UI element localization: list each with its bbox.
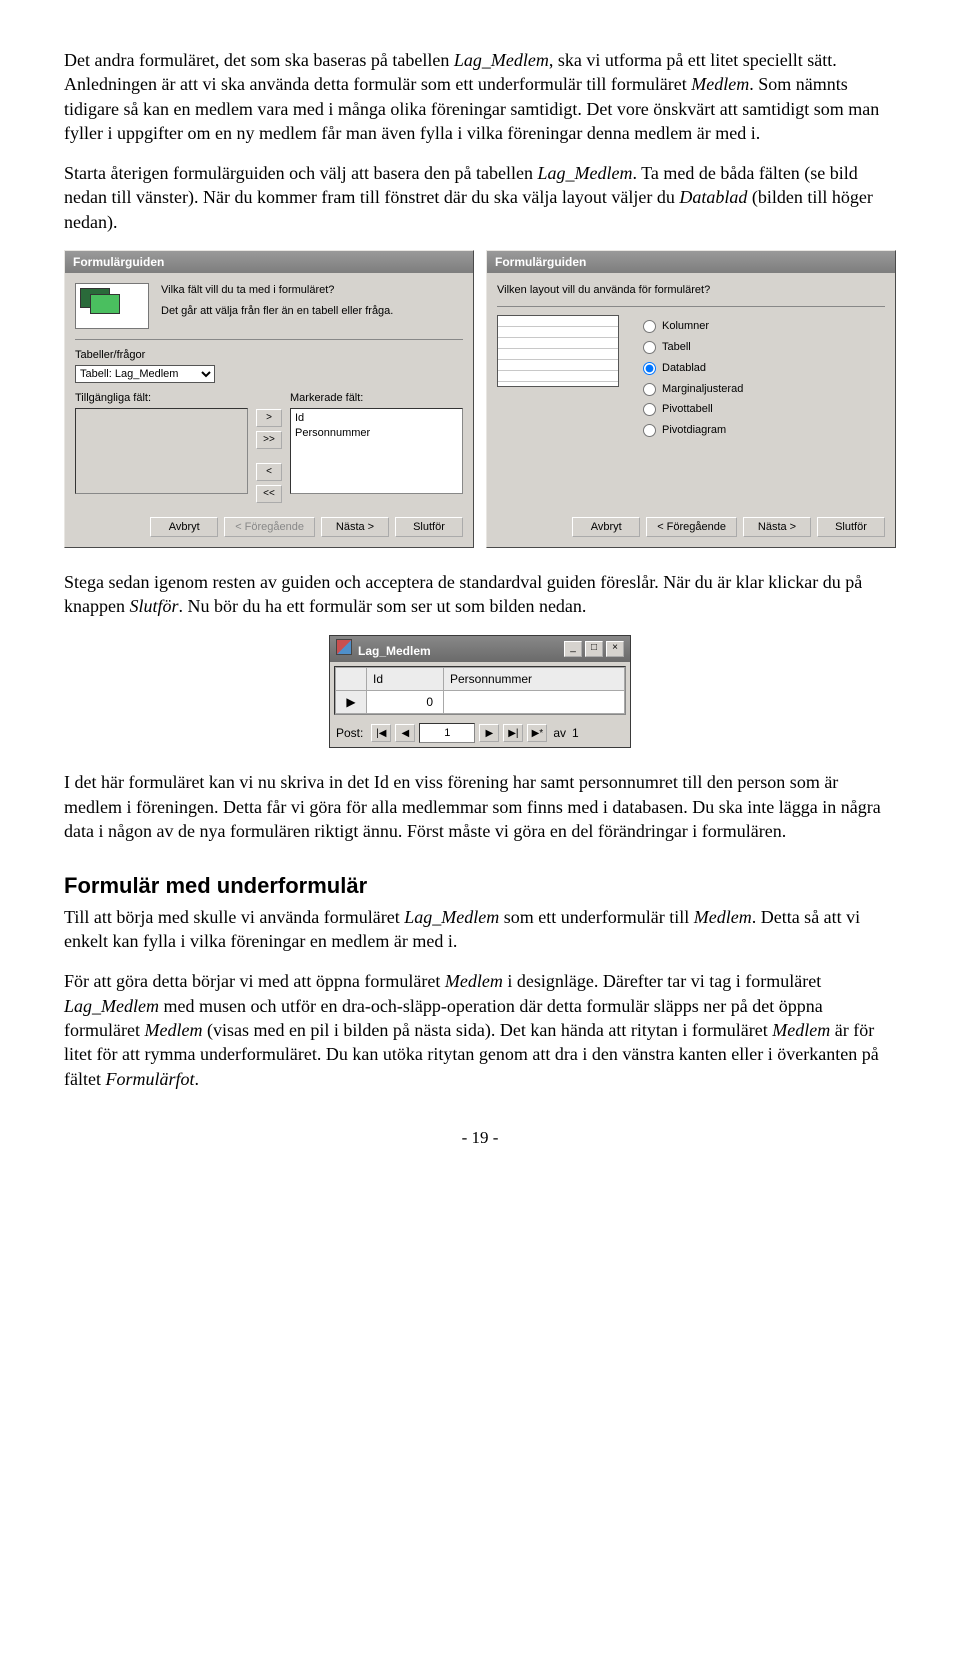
layout-radios: Kolumner Tabell Datablad Marginaljustera… [635, 315, 743, 438]
of-label: av [553, 725, 566, 741]
layout-preview [497, 315, 619, 387]
list-item[interactable]: Personnummer [295, 426, 458, 441]
cell-id[interactable]: 0 [367, 691, 444, 714]
heading-underformular: Formulär med underformulär [64, 871, 896, 901]
paragraph-2: Starta återigen formulärguiden och välj … [64, 161, 896, 234]
radio-marginaljusterad[interactable]: Marginaljusterad [643, 382, 743, 397]
record-navigator: Post: |◀ ◀ ▶ ▶| ▶* av 1 [330, 719, 630, 747]
wizard-question: Vilken layout vill du använda för formul… [497, 283, 885, 298]
form-titlebar: Lag_Medlem _ □ × [330, 636, 630, 662]
text: Det andra formuläret, det som ska basera… [64, 50, 454, 70]
lag-medlem-form: Lag_Medlem _ □ × Id Personnummer ▶ 0 [329, 635, 631, 749]
nav-current-input[interactable] [419, 723, 475, 743]
nav-last-button[interactable]: ▶| [503, 724, 523, 742]
move-all-right-button[interactable]: >> [256, 431, 282, 449]
col-id[interactable]: Id [367, 667, 444, 690]
wizard-subtext: Det går att välja från fler än en tabell… [161, 304, 463, 319]
nav-prev-button[interactable]: ◀ [395, 724, 415, 742]
nav-first-button[interactable]: |◀ [371, 724, 391, 742]
text: Till att börja med skulle vi använda for… [64, 907, 404, 927]
wizard-screenshots: Formulärguiden Vilka fält vill du ta med… [64, 250, 896, 548]
text-italic: Medlem [772, 1020, 830, 1040]
text: (visas med en pil i bilden på nästa sida… [202, 1020, 772, 1040]
nav-new-button[interactable]: ▶* [527, 724, 547, 742]
text-italic: Lag_Medlem [454, 50, 549, 70]
maximize-button[interactable]: □ [585, 641, 603, 657]
move-left-button[interactable]: < [256, 463, 282, 481]
radio-tabell[interactable]: Tabell [643, 340, 743, 355]
text-italic: Lag_Medlem [537, 163, 632, 183]
text: i designläge. Därefter tar vi tag i form… [503, 971, 821, 991]
selected-listbox[interactable]: Id Personnummer [290, 408, 463, 494]
wizard-thumb-icon [75, 283, 149, 329]
move-all-left-button[interactable]: << [256, 485, 282, 503]
move-right-button[interactable]: > [256, 409, 282, 427]
wizard-titlebar: Formulärguiden [487, 251, 895, 273]
cell-personnummer[interactable] [444, 691, 625, 714]
row-selector[interactable]: ▶ [336, 691, 367, 714]
available-listbox[interactable] [75, 408, 248, 494]
tables-combo[interactable]: Tabell: Lag_Medlem [75, 365, 215, 383]
tables-label: Tabeller/frågor [75, 348, 463, 363]
text-italic: Medlem [445, 971, 503, 991]
form-icon [336, 639, 352, 655]
paragraph-4: I det här formuläret kan vi nu skriva in… [64, 770, 896, 843]
next-button[interactable]: Nästa > [321, 517, 389, 537]
of-total: 1 [572, 725, 579, 741]
nav-next-button[interactable]: ▶ [479, 724, 499, 742]
available-label: Tillgängliga fält: [75, 391, 248, 406]
radio-datablad[interactable]: Datablad [643, 361, 743, 376]
back-button[interactable]: < Föregående [224, 517, 315, 537]
text-italic: Lag_Medlem [404, 907, 499, 927]
radio-pivotdiagram[interactable]: Pivotdiagram [643, 423, 743, 438]
text: . Nu bör du ha ett formulär som ser ut s… [179, 596, 587, 616]
text-italic: Lag_Medlem [64, 996, 159, 1016]
list-item[interactable]: Id [295, 411, 458, 426]
close-button[interactable]: × [606, 641, 624, 657]
paragraph-6: För att göra detta börjar vi med att öpp… [64, 969, 896, 1090]
minimize-button[interactable]: _ [564, 641, 582, 657]
wizard-question: Vilka fält vill du ta med i formuläret? [161, 283, 463, 298]
text: . [195, 1069, 200, 1089]
paragraph-5: Till att börja med skulle vi använda for… [64, 905, 896, 954]
text-italic: Medlem [144, 1020, 202, 1040]
text-italic: Datablad [679, 187, 747, 207]
col-personnummer[interactable]: Personnummer [444, 667, 625, 690]
paragraph-1: Det andra formuläret, det som ska basera… [64, 48, 896, 145]
next-button[interactable]: Nästa > [743, 517, 811, 537]
text-italic: Medlem [691, 74, 749, 94]
page-number: - 19 - [64, 1127, 896, 1150]
cancel-button[interactable]: Avbryt [572, 517, 640, 537]
radio-pivottabell[interactable]: Pivottabell [643, 402, 743, 417]
text-italic: Medlem [694, 907, 752, 927]
form-title: Lag_Medlem [358, 644, 431, 658]
text: För att göra detta börjar vi med att öpp… [64, 971, 445, 991]
text-italic: Formulärfot [105, 1069, 194, 1089]
miniform-wrap: Lag_Medlem _ □ × Id Personnummer ▶ 0 [64, 635, 896, 749]
wizard-layout: Formulärguiden Vilken layout vill du anv… [486, 250, 896, 548]
wizard-titlebar: Formulärguiden [65, 251, 473, 273]
finish-button[interactable]: Slutför [395, 517, 463, 537]
cancel-button[interactable]: Avbryt [150, 517, 218, 537]
back-button[interactable]: < Föregående [646, 517, 737, 537]
text: Starta återigen formulärguiden och välj … [64, 163, 537, 183]
paragraph-3: Stega sedan igenom resten av guiden och … [64, 570, 896, 619]
datasheet-grid[interactable]: Id Personnummer ▶ 0 [334, 666, 626, 715]
text: som ett underformulär till [499, 907, 693, 927]
text-italic: Slutför [129, 596, 178, 616]
radio-kolumner[interactable]: Kolumner [643, 319, 743, 334]
finish-button[interactable]: Slutför [817, 517, 885, 537]
selected-label: Markerade fält: [290, 391, 463, 406]
post-label: Post: [336, 725, 363, 741]
wizard-fields: Formulärguiden Vilka fält vill du ta med… [64, 250, 474, 548]
